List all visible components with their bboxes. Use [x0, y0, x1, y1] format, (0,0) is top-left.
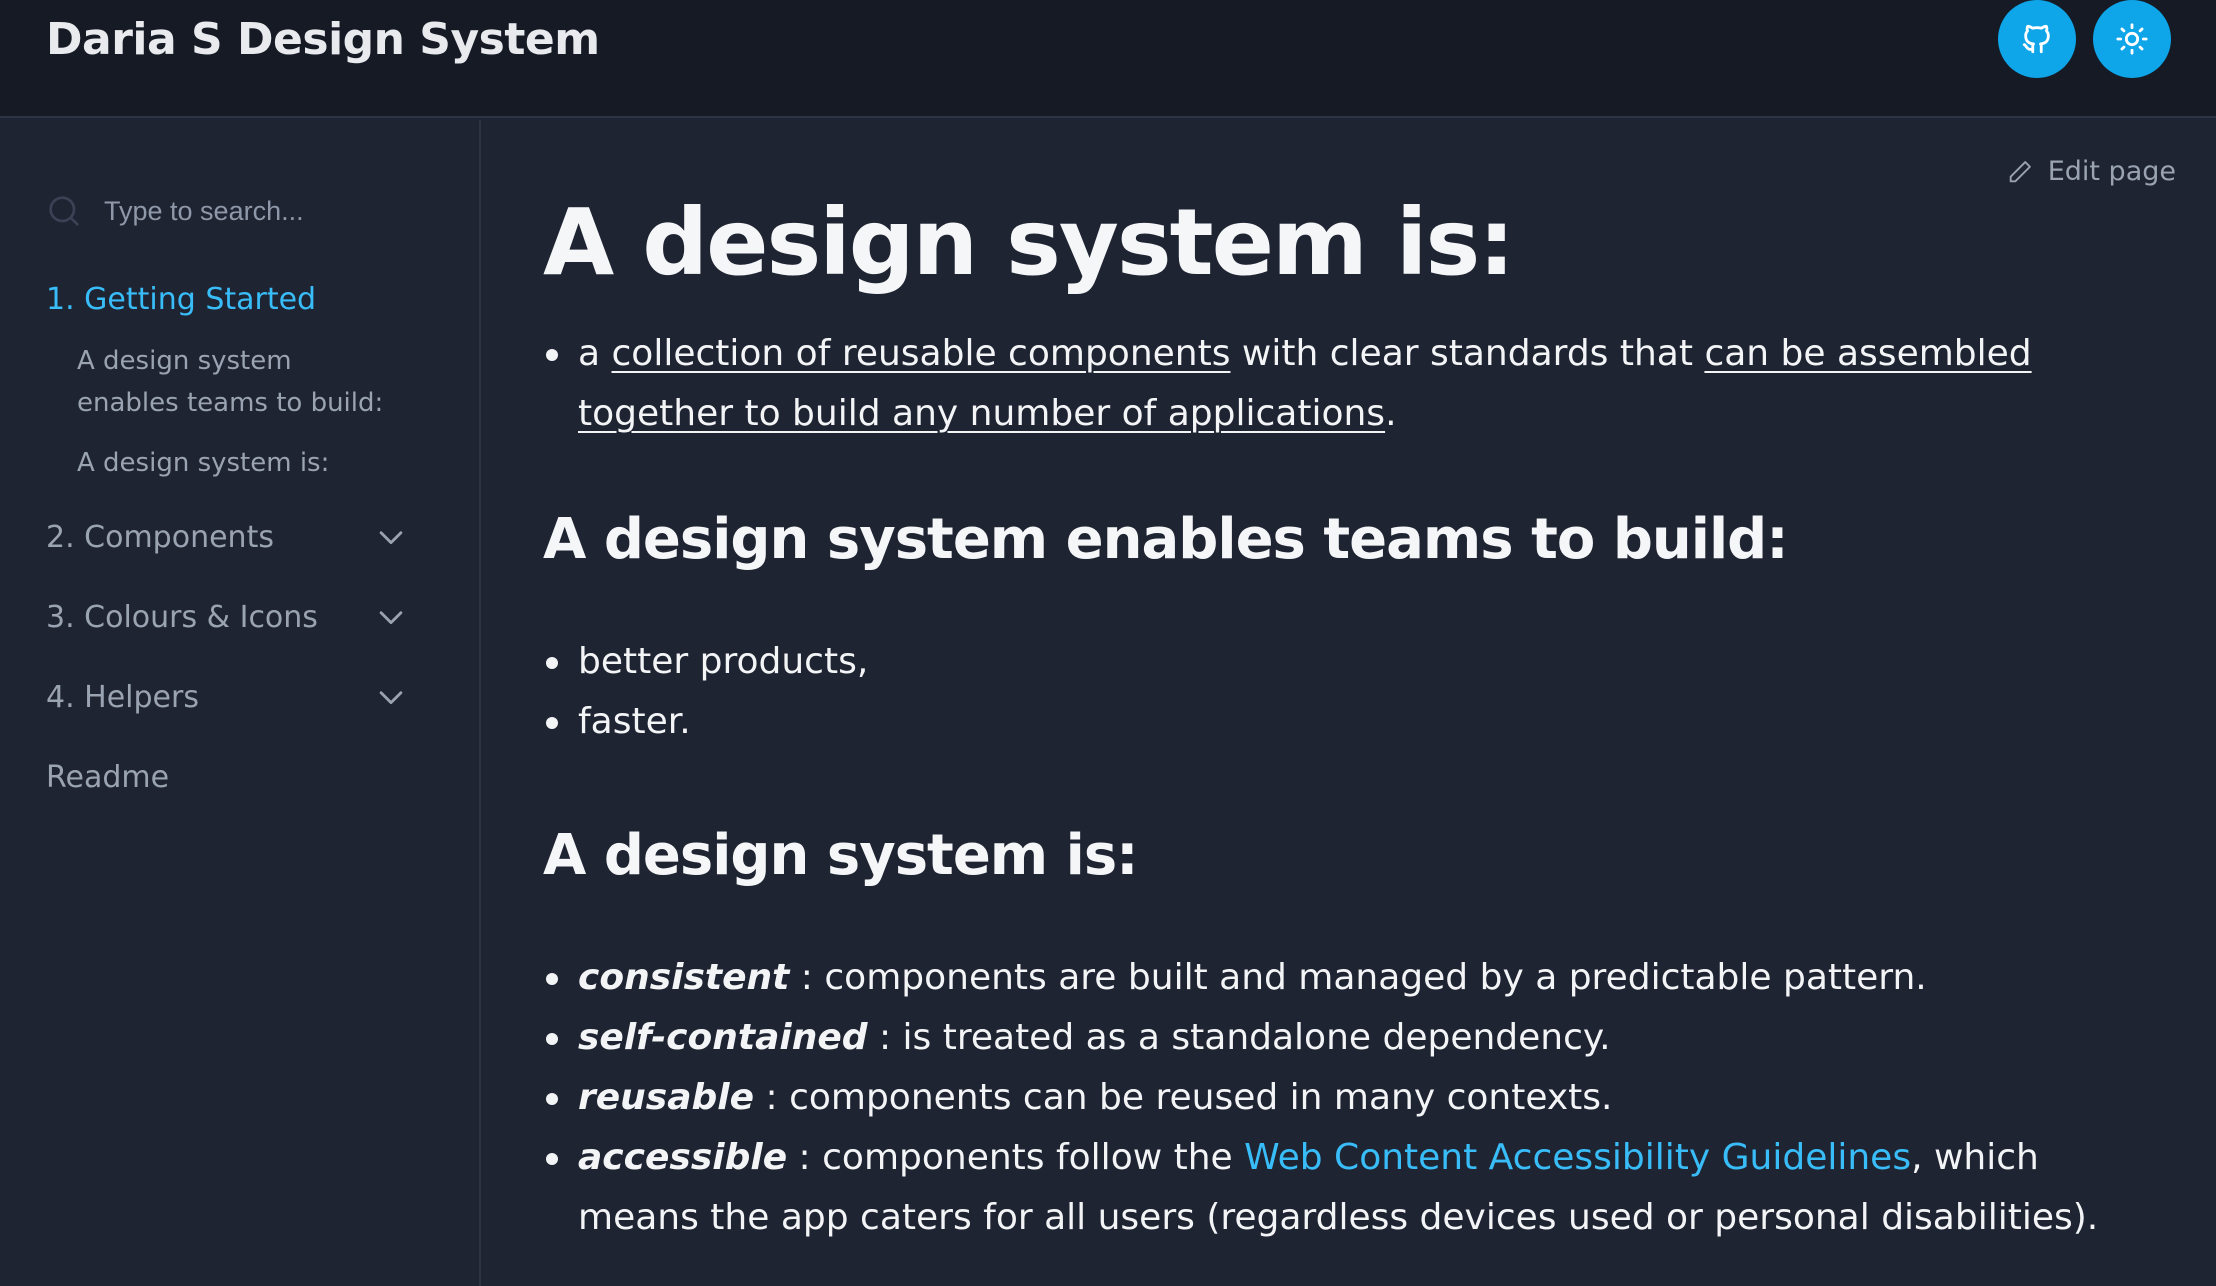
list-item: a collection of reusable components with… — [543, 324, 2163, 444]
list-item: better products, — [543, 632, 2163, 692]
text-span: with clear standards that — [1230, 333, 1705, 374]
sidebar-subitem-enables-teams[interactable]: A design system enables teams to build: — [77, 340, 397, 424]
site-title[interactable]: Daria S Design System — [46, 12, 600, 68]
top-header: Daria S Design System — [0, 0, 2216, 118]
intro-list: a collection of reusable components with… — [543, 324, 2163, 444]
page-title: A design system is: — [543, 189, 1515, 296]
term: consistent — [578, 957, 790, 998]
theme-toggle-button[interactable] — [2093, 0, 2171, 78]
search-icon — [49, 196, 79, 226]
sidebar-subitem-design-system-is[interactable]: A design system is: — [77, 442, 397, 484]
sidebar-item-components[interactable]: 2. Components — [46, 518, 274, 558]
pencil-icon — [2009, 160, 2031, 182]
main-content: Edit page A design system is: a collecti… — [483, 120, 2216, 1286]
app-root: Daria S Design System 1. Getting Started… — [0, 0, 2216, 1286]
enables-list: better products, faster. — [543, 632, 2163, 752]
chevron-down-icon[interactable] — [374, 600, 408, 634]
github-button[interactable] — [1998, 0, 2076, 78]
list-item: reusable : components can be reused in m… — [543, 1068, 2163, 1128]
list-item: accessible : components follow the Web C… — [543, 1128, 2163, 1248]
chevron-down-icon[interactable] — [374, 680, 408, 714]
sidebar-item-helpers[interactable]: 4. Helpers — [46, 678, 199, 718]
term: accessible — [578, 1137, 788, 1178]
term: self-contained — [578, 1017, 868, 1058]
search-box — [44, 186, 444, 236]
section-heading-is: A design system is: — [543, 823, 1139, 888]
sidebar-item-colours-icons[interactable]: 3. Colours & Icons — [46, 598, 318, 638]
wcag-link[interactable]: Web Content Accessibility Guidelines — [1244, 1137, 1911, 1178]
list-item: self-contained : is treated as a standal… — [543, 1008, 2163, 1068]
definition: : is treated as a standalone dependency. — [867, 1017, 1611, 1058]
properties-list: consistent : components are built and ma… — [543, 948, 2163, 1248]
search-input[interactable] — [104, 195, 424, 227]
sidebar-item-readme[interactable]: Readme — [46, 758, 169, 798]
edit-page-link[interactable]: Edit page — [2006, 156, 2176, 187]
section-heading-enables: A design system enables teams to build: — [543, 507, 1789, 572]
term: reusable — [578, 1077, 755, 1118]
sidebar-item-getting-started[interactable]: 1. Getting Started — [46, 280, 316, 320]
edit-page-label: Edit page — [2047, 156, 2176, 187]
sidebar: 1. Getting Started A design system enabl… — [0, 120, 481, 1286]
chevron-down-icon[interactable] — [374, 520, 408, 554]
definition: : components are built and managed by a … — [789, 957, 1927, 998]
text-span: . — [1385, 393, 1397, 434]
github-icon — [2022, 24, 2050, 54]
collection-link[interactable]: collection of reusable components — [612, 333, 1231, 374]
list-item: faster. — [543, 692, 2163, 752]
sun-icon — [2116, 23, 2148, 55]
definition: : components follow the — [787, 1137, 1245, 1178]
definition: : components can be reused in many conte… — [754, 1077, 1613, 1118]
text-span: a — [578, 333, 612, 374]
list-item: consistent : components are built and ma… — [543, 948, 2163, 1008]
